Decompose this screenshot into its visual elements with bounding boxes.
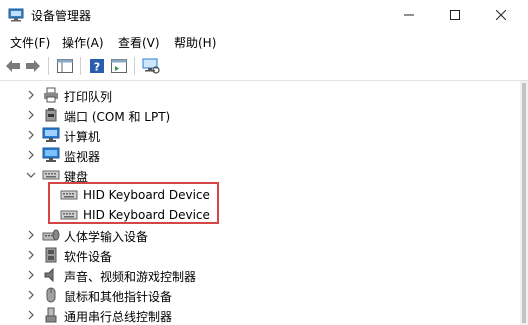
tree-item-ports[interactable]: 端口 (COM 和 LPT) [0,105,520,125]
toolbar-separator [48,57,49,75]
scrollbar-thumb[interactable] [522,83,526,323]
close-icon [496,10,506,20]
tree-item-label: 监视器 [64,150,101,164]
minimize-button[interactable] [386,0,432,30]
tree-item-usb-controllers[interactable]: 通用串行总线控制器 [0,305,520,325]
toolbar-separator [134,57,135,75]
forward-arrow-icon[interactable] [24,57,42,75]
maximize-button[interactable] [432,0,478,30]
tree-item-computer[interactable]: 计算机 [0,125,520,145]
chevron-right-icon[interactable] [26,110,36,120]
printer-queue-icon [44,87,58,103]
chevron-right-icon[interactable] [26,230,36,240]
tree-item-label: 人体学输入设备 [64,230,149,244]
close-button[interactable] [478,0,524,30]
software-device-icon [45,247,57,263]
tree-item-hid[interactable]: 人体学输入设备 [0,225,520,245]
title-bar[interactable]: 设备管理器 [0,0,528,30]
port-icon [45,108,57,122]
tree-item-sound-video-game[interactable]: 声音、视频和游戏控制器 [0,265,520,285]
show-hide-console-tree-icon[interactable] [56,57,74,75]
chevron-right-icon[interactable] [26,250,36,260]
chevron-right-icon[interactable] [26,290,36,300]
menu-action[interactable]: 操作(A) [62,34,104,51]
tree-item-label: 计算机 [64,130,101,144]
scan-hardware-icon[interactable] [142,57,160,75]
window-title: 设备管理器 [31,9,92,23]
device-manager-window: 设备管理器 文件(F) 操作(A) 查看(V) 帮助(H) ? 打印队列 端口 … [0,0,528,325]
menu-file[interactable]: 文件(F) [10,34,50,51]
hid-icon [42,229,60,241]
chevron-down-icon[interactable] [26,170,36,180]
toolbar: ? [0,52,528,81]
tree-item-print-queues[interactable]: 打印队列 [0,85,520,105]
back-arrow-icon[interactable] [4,57,22,75]
tree-item-label: 通用串行总线控制器 [64,310,173,324]
tree-item-monitors[interactable]: 监视器 [0,145,520,165]
chevron-right-icon[interactable] [26,130,36,140]
tree-item-label: 软件设备 [64,250,113,264]
toolbar-separator [80,57,81,75]
tree-item-label: 声音、视频和游戏控制器 [64,270,197,284]
tree-item-label: 打印队列 [64,90,113,104]
monitor-icon [42,147,60,162]
chevron-right-icon[interactable] [26,270,36,280]
device-manager-app-icon [8,7,24,22]
menu-view[interactable]: 查看(V) [118,34,160,51]
tree-item-software-devices[interactable]: 软件设备 [0,245,520,265]
mouse-icon [46,287,56,303]
vertical-scrollbar[interactable] [520,81,528,325]
menu-bar: 文件(F) 操作(A) 查看(V) 帮助(H) [0,30,528,52]
keyboard-icon [42,170,60,180]
chevron-right-icon[interactable] [26,310,36,320]
speaker-icon [44,267,54,283]
help-icon[interactable]: ? [88,57,106,75]
properties-icon[interactable] [110,57,128,75]
svg-text:?: ? [94,61,100,74]
tree-item-mice[interactable]: 鼠标和其他指针设备 [0,285,520,305]
highlight-box [48,182,219,224]
minimize-icon [404,14,414,16]
chevron-right-icon[interactable] [26,90,36,100]
menu-help[interactable]: 帮助(H) [174,34,216,51]
tree-item-label: 鼠标和其他指针设备 [64,290,173,304]
tree-item-label: 端口 (COM 和 LPT) [64,110,171,124]
maximize-icon [450,10,460,20]
usb-icon [45,307,57,323]
computer-icon [42,127,60,142]
chevron-right-icon[interactable] [26,150,36,160]
device-tree: 打印队列 端口 (COM 和 LPT) 计算机 监视器 键盘 HID Keybo… [0,81,520,325]
